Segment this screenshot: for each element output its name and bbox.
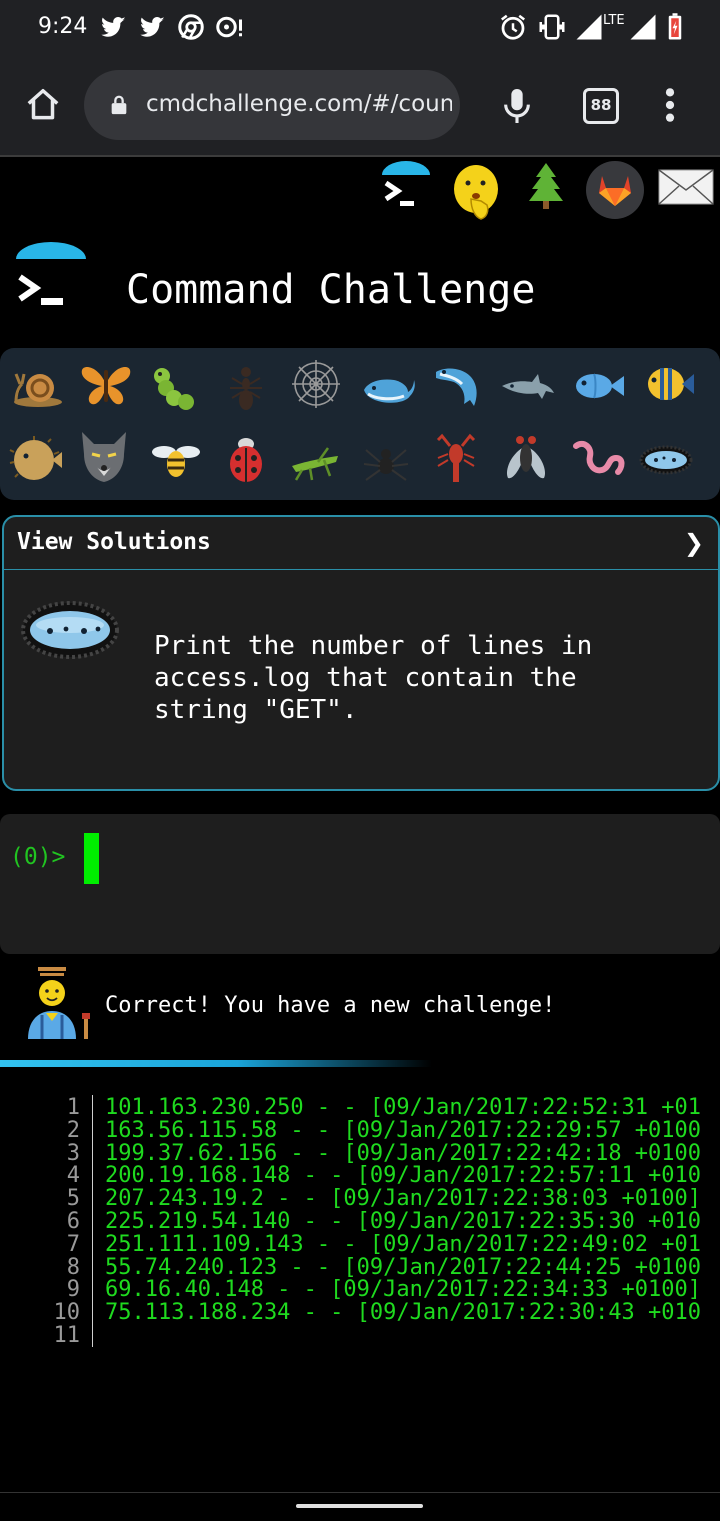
challenge-description: Print the number of lines in access.log … [154,631,593,725]
line-number: 4 [66,1163,80,1189]
line-number: 8 [66,1254,80,1280]
notification-icon [216,16,242,38]
twitter-icon [140,17,165,37]
farmer-icon [28,967,90,1039]
status-message: Correct! You have a new challenge! [105,993,556,1018]
dolphin-icon[interactable] [500,360,556,416]
terminal-input[interactable]: (0)> [0,814,720,954]
signal-icon [576,14,602,40]
line-number: 5 [66,1186,80,1212]
battery-icon [668,13,682,40]
output-line: 55.74.240.123 - - [09/Jan/2017:22:44:25 … [105,1254,702,1280]
browser-toolbar: cmdchallenge.com/#/count 88 [0,56,720,157]
microbe-icon [21,601,119,659]
worm-icon[interactable] [570,432,626,488]
terminal-cursor [84,833,99,884]
line-number: 9 [66,1277,80,1303]
caterpillar-icon[interactable] [148,360,204,416]
line-number: 1 [66,1095,80,1120]
output-line: 69.16.40.148 - - [09/Jan/2017:22:34:33 +… [105,1277,702,1303]
chevron-right-icon: ❯ [683,529,704,557]
challenge-panel: View Solutions ❯ Print the number of lin… [2,515,720,791]
snail-icon[interactable] [8,358,64,414]
alarm-icon [501,14,525,40]
mail-icon[interactable] [658,169,714,205]
output-line: 101.163.230.250 - - [09/Jan/2017:22:52:3… [105,1095,702,1120]
cricket-icon[interactable] [288,436,344,492]
header-links [0,157,720,227]
challenge-picker [0,348,720,500]
wolf-icon[interactable] [76,428,132,484]
home-handle[interactable] [296,1504,423,1508]
ladybug-icon[interactable] [218,432,274,488]
line-number: 3 [66,1140,80,1166]
output-line: 200.19.168.148 - - [09/Jan/2017:22:57:11… [105,1163,702,1189]
progress-fill [0,1060,432,1067]
prompt: (0)> [10,844,66,870]
fly-icon[interactable] [498,428,554,484]
output-line: 225.219.54.140 - - [09/Jan/2017:22:35:30… [105,1209,702,1234]
shushing-face-icon[interactable] [451,163,501,221]
line-number-gutter [92,1095,93,1347]
whale-icon[interactable] [360,360,416,416]
home-icon[interactable] [24,86,62,124]
page-title: Command Challenge [126,267,536,313]
tree-icon[interactable] [526,161,566,211]
signal-icon [630,14,656,40]
lock-icon [111,95,127,115]
output-line: 75.113.188.234 - - [09/Jan/2017:22:30:43… [105,1300,702,1326]
mic-icon[interactable] [500,86,534,126]
menu-icon[interactable] [660,86,680,124]
line-number: 2 [66,1117,80,1143]
page-content: Command Challenge View Solutions ❯ Print… [0,157,720,1492]
blowfish-icon[interactable] [8,432,64,488]
output-line: 251.111.109.143 - - [09/Jan/2017:22:49:0… [105,1231,702,1257]
scorpion-icon[interactable] [428,428,484,484]
url-text: cmdchallenge.com/#/count [146,91,452,117]
output-line: 163.56.115.58 - - [09/Jan/2017:22:29:57 … [105,1117,702,1143]
line-number: 6 [66,1209,80,1234]
address-bar[interactable]: cmdchallenge.com/#/count [84,70,460,140]
vibrate-icon [539,14,565,40]
microbe-icon[interactable] [638,432,694,488]
line-number: 11 [53,1323,81,1348]
gesture-bar [0,1492,720,1521]
view-solutions-toggle[interactable]: View Solutions ❯ [4,517,718,570]
bee-icon[interactable] [148,432,204,488]
line-number: 7 [66,1231,80,1257]
output-line: 199.37.62.156 - - [09/Jan/2017:22:42:18 … [105,1140,702,1166]
output-line: 207.243.19.2 - - [09/Jan/2017:22:38:03 +… [105,1186,702,1212]
network-type-label: LTE [603,13,625,28]
chrome-icon [178,14,204,40]
spiderweb-icon[interactable] [288,356,344,412]
twitter-icon [101,17,126,37]
gitlab-button[interactable] [586,161,644,219]
command-output: 1 101.163.230.250 - - [09/Jan/2017:22:52:… [0,1095,720,1355]
status-time: 9:24 [38,14,88,39]
ant-icon[interactable] [218,358,274,414]
line-number: 10 [53,1300,81,1326]
spider-icon[interactable] [358,432,414,488]
terminal-logo-icon[interactable] [380,161,432,213]
progress-bar [0,1060,720,1067]
fish-icon[interactable] [570,358,626,414]
gitlab-icon [599,176,631,206]
tab-count: 88 [590,96,612,114]
tabs-button[interactable]: 88 [583,88,619,124]
site-logo-icon[interactable] [14,241,88,313]
view-solutions-label: View Solutions [17,529,211,555]
status-bar: 9:24 LTE [0,0,720,56]
tropical-fish-icon[interactable] [640,356,696,412]
whale2-icon[interactable] [430,358,486,414]
butterfly-icon[interactable] [78,356,134,412]
